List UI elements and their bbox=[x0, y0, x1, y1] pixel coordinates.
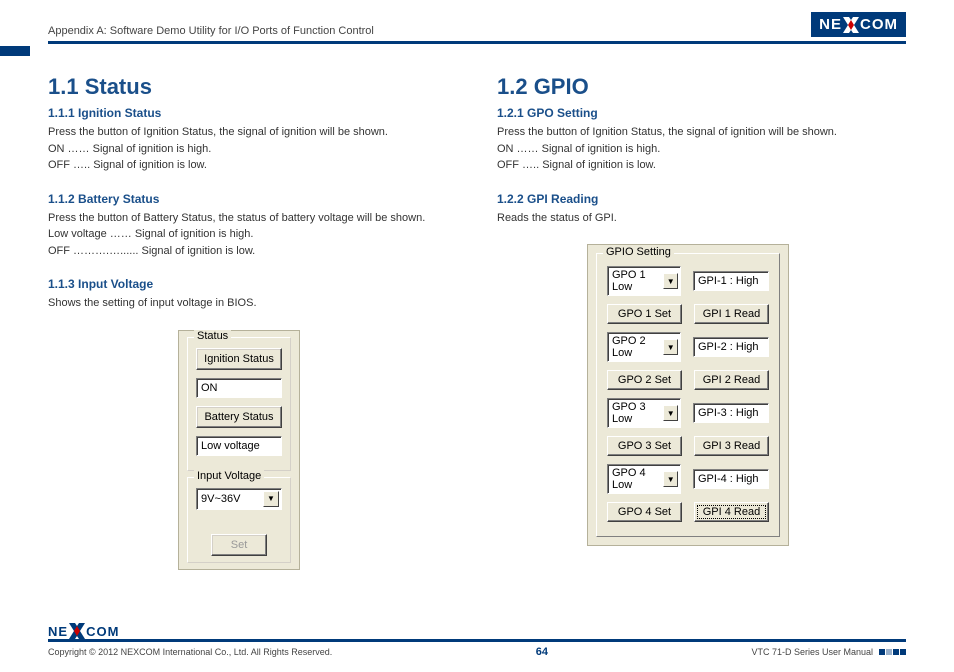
chevron-down-icon: ▼ bbox=[663, 273, 678, 289]
gpi-reading-text: Reads the status of GPI. bbox=[497, 210, 906, 227]
chevron-down-icon: ▼ bbox=[663, 405, 678, 421]
gpo-3-dropdown[interactable]: GPO 3 Low▼ bbox=[607, 398, 681, 428]
left-column: 1.1 Status 1.1.1 Ignition Status Press t… bbox=[48, 74, 457, 570]
gpi-3-value: GPI-3 : High bbox=[693, 403, 769, 423]
battery-status-value: Low voltage bbox=[196, 436, 282, 456]
gpo-2-dropdown[interactable]: GPO 2 Low▼ bbox=[607, 332, 681, 362]
gpo-setting-heading: 1.2.1 GPO Setting bbox=[497, 106, 906, 120]
copyright-text: Copyright © 2012 NEXCOM International Co… bbox=[48, 647, 332, 657]
gpio-heading: 1.2 GPIO bbox=[497, 74, 906, 100]
ignition-status-heading: 1.1.1 Ignition Status bbox=[48, 106, 457, 120]
chevron-down-icon: ▼ bbox=[263, 491, 279, 507]
gpi-4-read-button[interactable]: GPI 4 Read bbox=[694, 502, 769, 522]
header-title: Appendix A: Software Demo Utility for I/… bbox=[48, 25, 374, 37]
gpo-3-set-button[interactable]: GPO 3 Set bbox=[607, 436, 682, 456]
gpi-4-value: GPI-4 : High bbox=[693, 469, 769, 489]
ignition-status-value: ON bbox=[196, 378, 282, 398]
battery-status-text: Press the button of Battery Status, the … bbox=[48, 210, 457, 260]
ignition-status-text: Press the button of Ignition Status, the… bbox=[48, 124, 457, 174]
chevron-down-icon: ▼ bbox=[663, 471, 678, 487]
gpi-2-value: GPI-2 : High bbox=[693, 337, 769, 357]
brand-logo: NECOM bbox=[811, 12, 906, 37]
gpi-2-read-button[interactable]: GPI 2 Read bbox=[694, 370, 769, 390]
gpo-setting-text: Press the button of Ignition Status, the… bbox=[497, 124, 906, 174]
gpo-4-set-button[interactable]: GPO 4 Set bbox=[607, 502, 682, 522]
gpi-reading-heading: 1.2.2 GPI Reading bbox=[497, 192, 906, 206]
battery-status-heading: 1.1.2 Battery Status bbox=[48, 192, 457, 206]
battery-status-button[interactable]: Battery Status bbox=[196, 406, 282, 428]
input-voltage-text: Shows the setting of input voltage in BI… bbox=[48, 295, 457, 312]
gpo-4-dropdown[interactable]: GPO 4 Low▼ bbox=[607, 464, 681, 494]
set-button[interactable]: Set bbox=[211, 534, 267, 556]
ignition-status-button[interactable]: Ignition Status bbox=[196, 348, 282, 370]
status-heading: 1.1 Status bbox=[48, 74, 457, 100]
gpi-3-read-button[interactable]: GPI 3 Read bbox=[694, 436, 769, 456]
footer-logo: NECOM bbox=[48, 623, 906, 639]
input-voltage-legend: Input Voltage bbox=[194, 470, 264, 482]
footer-squares-icon bbox=[879, 649, 906, 655]
chevron-down-icon: ▼ bbox=[663, 339, 678, 355]
input-voltage-dd-value: 9V~36V bbox=[201, 493, 240, 505]
input-voltage-dropdown[interactable]: 9V~36V ▼ bbox=[196, 488, 282, 510]
right-column: 1.2 GPIO 1.2.1 GPO Setting Press the but… bbox=[497, 74, 906, 570]
status-panel: Status Ignition Status ON Battery Status… bbox=[178, 330, 300, 570]
gpo-1-dropdown[interactable]: GPO 1 Low▼ bbox=[607, 266, 681, 296]
gpi-1-value: GPI-1 : High bbox=[693, 271, 769, 291]
gpo-1-set-button[interactable]: GPO 1 Set bbox=[607, 304, 682, 324]
gpio-legend: GPIO Setting bbox=[603, 246, 674, 258]
gpi-1-read-button[interactable]: GPI 1 Read bbox=[694, 304, 769, 324]
gpo-2-set-button[interactable]: GPO 2 Set bbox=[607, 370, 682, 390]
status-legend: Status bbox=[194, 330, 231, 342]
gpio-panel: GPIO Setting GPO 1 Low▼ GPI-1 : High GPO 1… bbox=[587, 244, 789, 546]
page-number: 64 bbox=[536, 646, 548, 658]
input-voltage-heading: 1.1.3 Input Voltage bbox=[48, 277, 457, 291]
manual-name: VTC 71-D Series User Manual bbox=[751, 647, 873, 657]
